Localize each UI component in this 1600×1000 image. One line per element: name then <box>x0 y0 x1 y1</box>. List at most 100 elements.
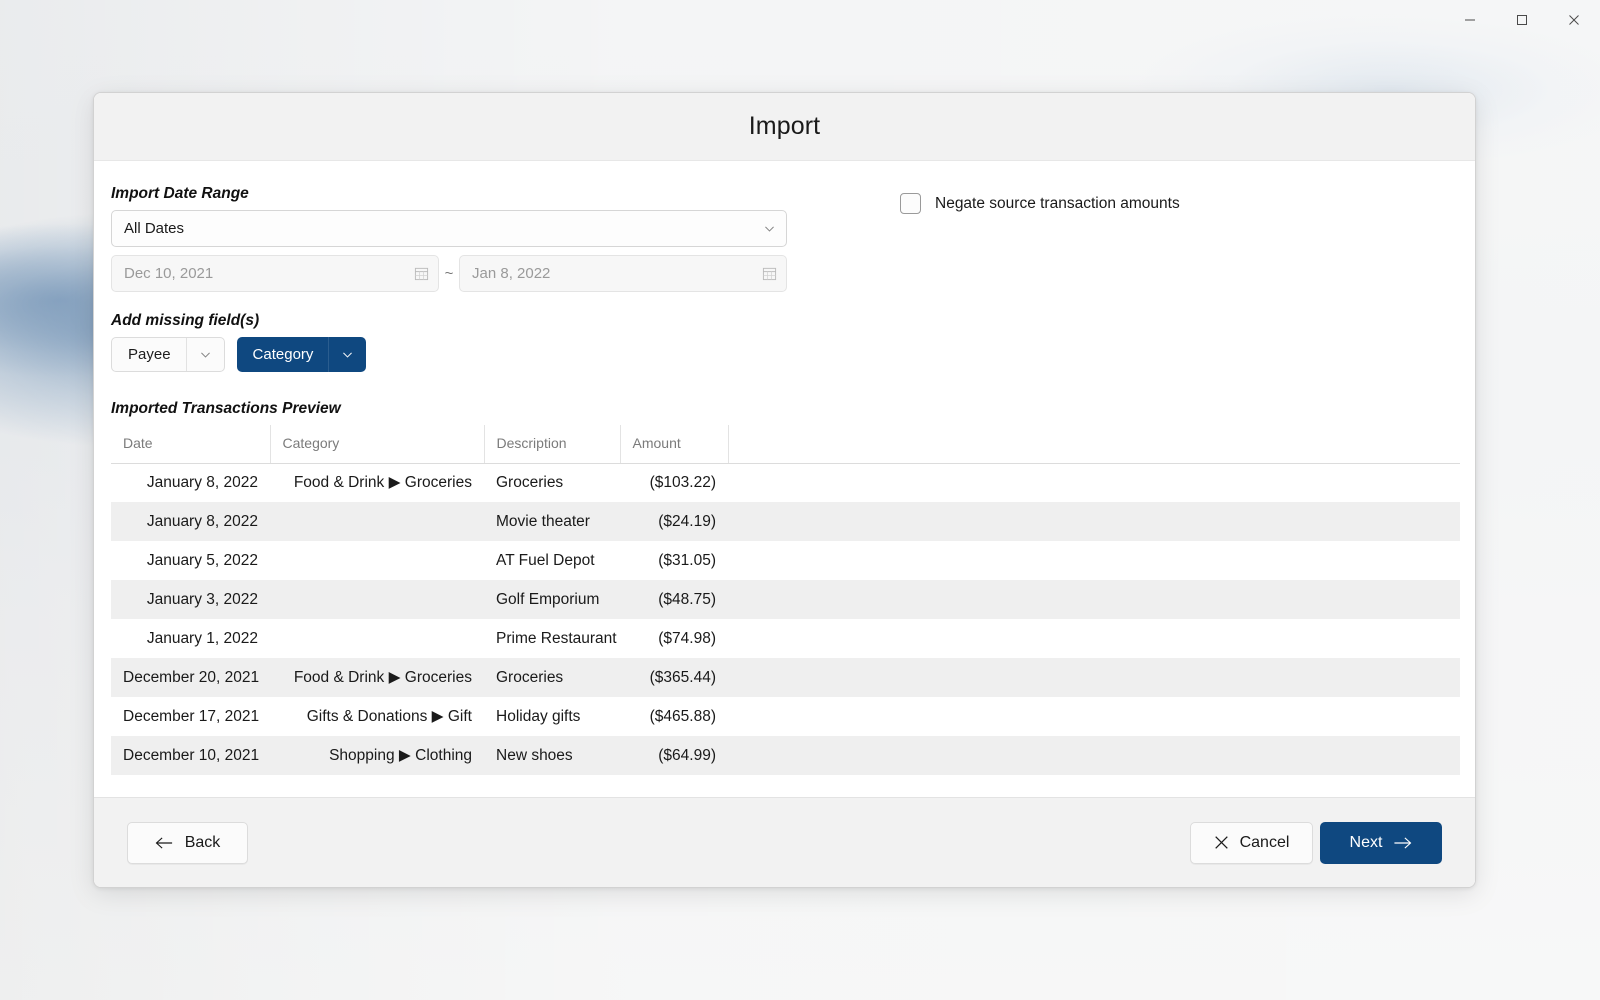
back-button[interactable]: Back <box>127 821 248 864</box>
cell-date: January 8, 2022 <box>146 473 258 491</box>
date-range-select[interactable]: All Dates <box>111 210 787 247</box>
field-toggle-payee[interactable]: Payee <box>111 337 225 372</box>
import-dialog: Import Import Date Range All Dates Dec 1… <box>93 92 1476 888</box>
missing-fields-pills: Payee Category <box>111 337 1458 372</box>
column-header-spacer <box>728 425 1460 464</box>
calendar-icon <box>414 267 429 281</box>
import-date-range-label: Import Date Range <box>111 185 249 202</box>
table-body: January 8, 2022 Food & Drink ▶ Groceries G… <box>111 463 1460 775</box>
dialog-footer: Back Cancel Next <box>94 797 1475 887</box>
table-row[interactable]: December 10, 2021 Shopping ▶ Clothing New … <box>111 736 1460 775</box>
top-controls-row: Import Date Range All Dates Dec 10, 2021 <box>111 185 1458 292</box>
close-icon <box>1569 15 1579 25</box>
cell-category: Food & Drink ▶ Groceries <box>293 474 472 492</box>
next-button[interactable]: Next <box>1320 821 1442 864</box>
cell-description: New shoes <box>496 746 573 764</box>
date-range-inputs: Dec 10, 2021 ~ Jan 8, 2022 <box>111 255 787 292</box>
table-row[interactable]: December 20, 2021 Food & Drink ▶ Grocerie… <box>111 658 1460 697</box>
cell-category <box>270 580 484 619</box>
field-toggle-category[interactable]: Category <box>236 337 367 372</box>
cell-amount: ($31.05) <box>658 551 716 569</box>
next-button-label: Next <box>1349 833 1383 851</box>
table-row[interactable]: January 3, 2022 Golf Emporium ($48.75) <box>111 580 1460 619</box>
table-row[interactable]: December 17, 2021 Gifts & Donations ▶ Gif… <box>111 697 1460 736</box>
cell-date: January 8, 2022 <box>146 512 258 530</box>
cell-spacer <box>728 658 1460 697</box>
cell-description: Groceries <box>496 473 564 491</box>
cell-date: January 3, 2022 <box>146 590 258 608</box>
cell-date: December 20, 2021 <box>123 668 260 686</box>
preview-label: Imported Transactions Preview <box>111 400 341 417</box>
cell-spacer <box>728 580 1460 619</box>
window-titlebar <box>0 0 1600 40</box>
close-button[interactable] <box>1548 0 1600 40</box>
table-header: Date Category Description Amount <box>111 425 1460 464</box>
table-row[interactable]: January 8, 2022 Food & Drink ▶ Groceries G… <box>111 463 1460 502</box>
cell-spacer <box>728 619 1460 658</box>
cancel-button[interactable]: Cancel <box>1190 821 1313 864</box>
dialog-header: Import <box>94 93 1475 161</box>
cell-category: Gifts & Donations ▶ Gift <box>306 708 472 725</box>
table-row[interactable]: January 8, 2022 Movie theater ($24.19) <box>111 502 1460 541</box>
cell-amount: ($365.44) <box>649 668 716 686</box>
cell-description: Prime Restaurant <box>496 629 617 647</box>
maximize-button[interactable] <box>1496 0 1548 40</box>
cell-description: AT Fuel Depot <box>496 551 595 569</box>
cell-description: Movie theater <box>496 512 590 530</box>
table-row[interactable]: January 1, 2022 Prime Restaurant ($74.98) <box>111 619 1460 658</box>
field-toggle-payee-dropdown[interactable] <box>185 338 224 371</box>
field-toggle-category-dropdown[interactable] <box>328 337 366 372</box>
cell-description: Groceries <box>496 668 564 686</box>
cell-amount: ($74.98) <box>658 629 716 647</box>
cancel-button-label: Cancel <box>1239 833 1290 851</box>
cell-category: Shopping ▶ Clothing <box>329 747 472 764</box>
cell-spacer <box>728 697 1460 736</box>
maximize-icon <box>1517 15 1527 25</box>
cell-date: December 17, 2021 <box>123 707 260 725</box>
date-range-separator: ~ <box>444 265 454 282</box>
column-header-amount[interactable]: Amount <box>620 425 729 464</box>
start-date-value: Dec 10, 2021 <box>124 265 214 282</box>
cell-category <box>270 502 484 541</box>
back-button-label: Back <box>184 833 221 851</box>
negate-amounts-checkbox[interactable] <box>900 193 921 214</box>
transactions-table: Date Category Description Amount January… <box>111 425 1460 775</box>
negate-amounts-row[interactable]: Negate source transaction amounts <box>900 193 1180 214</box>
arrow-left-icon <box>155 836 172 849</box>
minimize-button[interactable] <box>1444 0 1496 40</box>
column-header-date[interactable]: Date <box>111 425 271 464</box>
cell-description: Golf Emporium <box>496 590 600 608</box>
cell-category: Food & Drink ▶ Groceries <box>293 669 472 686</box>
end-date-input[interactable]: Jan 8, 2022 <box>459 255 787 292</box>
close-icon <box>1214 836 1228 849</box>
arrow-right-icon <box>1394 836 1412 849</box>
dialog-body: Import Date Range All Dates Dec 10, 2021 <box>94 161 1475 797</box>
column-header-description[interactable]: Description <box>484 425 621 464</box>
field-toggle-payee-label: Payee <box>128 346 171 363</box>
missing-fields-section: Add missing field(s) Payee Category <box>111 312 1458 372</box>
add-missing-fields-label: Add missing field(s) <box>111 312 260 329</box>
date-range-select-value: All Dates <box>124 220 185 237</box>
column-header-category[interactable]: Category <box>270 425 485 464</box>
cell-spacer <box>728 736 1460 775</box>
preview-section: Imported Transactions Preview Date Categ… <box>111 400 1460 775</box>
cell-date: December 10, 2021 <box>123 746 260 764</box>
cell-amount: ($103.22) <box>649 473 716 491</box>
cell-date: January 5, 2022 <box>146 551 258 569</box>
cell-category <box>270 541 484 580</box>
cell-date: January 1, 2022 <box>146 629 258 647</box>
cell-amount: ($24.19) <box>658 512 716 530</box>
cell-amount: ($64.99) <box>658 746 716 764</box>
field-toggle-category-label: Category <box>252 346 314 363</box>
negate-amounts-label: Negate source transaction amounts <box>935 194 1180 212</box>
table-header-row: Date Category Description Amount <box>111 425 1460 464</box>
date-range-section: Import Date Range All Dates Dec 10, 2021 <box>111 185 787 292</box>
cell-category <box>270 619 484 658</box>
cell-spacer <box>728 463 1460 502</box>
table-row[interactable]: January 5, 2022 AT Fuel Depot ($31.05) <box>111 541 1460 580</box>
chevron-down-icon <box>765 226 774 232</box>
start-date-input[interactable]: Dec 10, 2021 <box>111 255 439 292</box>
calendar-icon <box>762 267 777 281</box>
cell-description: Holiday gifts <box>496 707 581 725</box>
cell-spacer <box>728 502 1460 541</box>
